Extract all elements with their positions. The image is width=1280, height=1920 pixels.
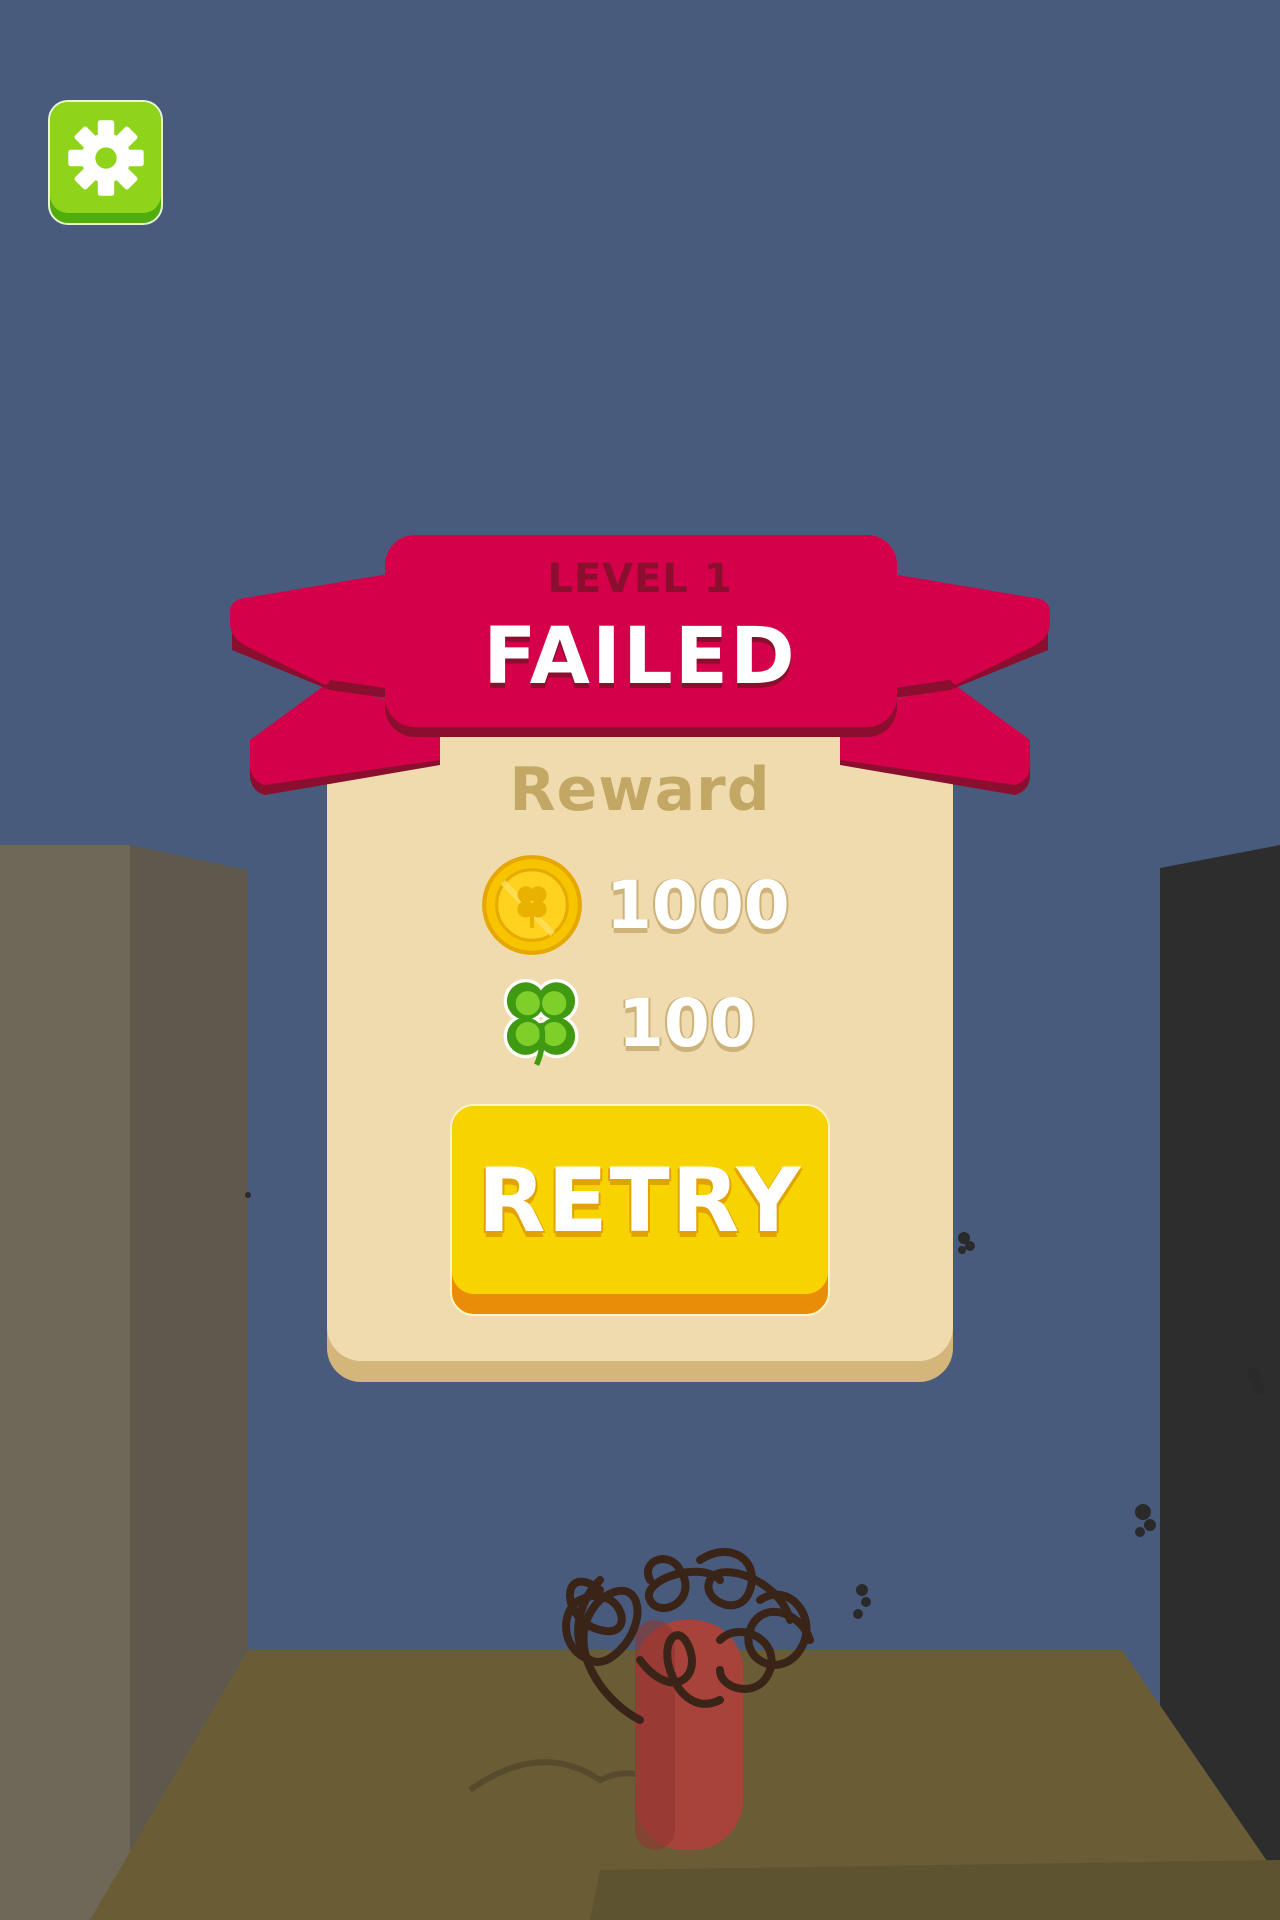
coin-reward-value: 1000 [606,866,790,944]
ribbon-left-upper-tail-face [230,572,400,690]
retry-button-label: RETRY [477,1148,803,1252]
clover-reward-value: 100 [618,984,756,1062]
level-label: LEVEL 1 [547,556,733,602]
status-label: FAILED [483,612,797,702]
reward-row-clovers: 100 [486,968,756,1078]
retry-button[interactable]: RETRY [450,1104,830,1316]
coin-icon [482,855,582,955]
retry-button-face[interactable]: RETRY [452,1106,828,1294]
level-ribbon [230,535,1050,795]
reward-row-coins: 1000 [480,850,790,960]
ribbon-right-upper-tail-face [880,572,1050,690]
clover-icon [503,979,579,1066]
reward-title: Reward [509,755,771,825]
